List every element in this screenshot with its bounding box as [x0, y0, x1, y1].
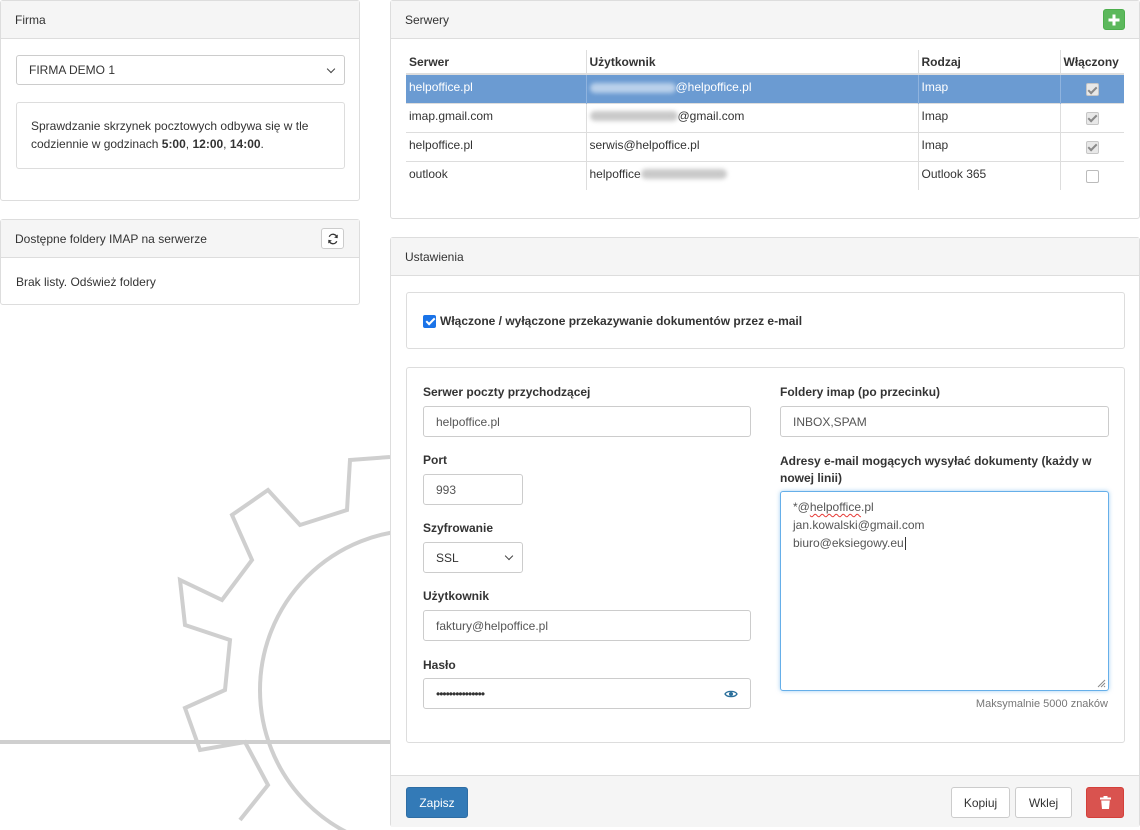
- col-server: Serwer: [406, 50, 586, 75]
- enabled-cell: [1059, 102, 1124, 132]
- user-input[interactable]: faktury@helpoffice.pl: [423, 610, 751, 641]
- user-cell: helpoffice: [585, 160, 918, 190]
- chevron-down-icon: [505, 553, 514, 562]
- delete-button[interactable]: [1086, 787, 1124, 818]
- servers-table: Serwer Użytkownik Rodzaj Włączony helpof…: [406, 50, 1124, 190]
- time-3: 14:00: [229, 137, 261, 151]
- address-line: jan.kowalski@gmail.com: [793, 518, 925, 532]
- encryption-label: Szyfrowanie: [423, 521, 494, 535]
- imap-folders-panel: Dostępne foldery IMAP na serwerze Brak l…: [0, 219, 360, 305]
- eye-icon[interactable]: [724, 689, 738, 699]
- company-select[interactable]: FIRMA DEMO 1: [16, 55, 345, 85]
- plus-icon: [1108, 14, 1120, 25]
- enabled-checkbox: [1085, 140, 1099, 154]
- col-enabled: Włączony: [1059, 50, 1124, 75]
- enabled-cell: [1059, 131, 1124, 161]
- user-cell: @helpoffice.pl: [585, 73, 918, 103]
- settings-heading: Ustawienia: [391, 238, 1139, 276]
- password-input[interactable]: •••••••••••••••: [423, 678, 751, 709]
- imap-folders-input[interactable]: INBOX,SPAM: [780, 406, 1109, 437]
- gear-background-icon: [0, 455, 420, 830]
- address-line: *@helpoffice.pl: [793, 500, 874, 514]
- imap-folders-field-label: Foldery imap (po przecinku): [780, 385, 941, 399]
- incoming-server-input[interactable]: helpoffice.pl: [423, 406, 751, 437]
- redacted-text: [589, 111, 678, 122]
- address-line: biuro@eksiegowy.eu: [793, 536, 906, 551]
- password-label: Hasło: [423, 658, 456, 672]
- enabled-cell: [1059, 160, 1124, 190]
- enabled-checkbox[interactable]: [1085, 169, 1099, 183]
- user-label: Użytkownik: [423, 589, 490, 603]
- refresh-icon: [327, 233, 338, 244]
- encryption-select[interactable]: SSL: [423, 542, 523, 573]
- col-type: Rodzaj: [917, 50, 1060, 75]
- port-input[interactable]: 993: [423, 474, 523, 505]
- save-button[interactable]: Zapisz: [406, 787, 468, 818]
- redacted-text: [640, 169, 727, 180]
- user-cell: @gmail.com: [585, 102, 918, 132]
- refresh-folders-button[interactable]: [321, 228, 344, 249]
- imap-folders-empty-text: Brak listy. Odśwież foldery: [16, 275, 156, 289]
- type-cell: Imap: [917, 102, 1060, 132]
- add-server-button[interactable]: [1103, 9, 1125, 30]
- settings-panel: Ustawienia Włączone / wyłączone przekazy…: [390, 237, 1140, 827]
- servers-title: Serwery: [405, 12, 450, 27]
- table-row[interactable]: outlook helpoffice Outlook 365: [406, 160, 1124, 190]
- trash-icon: [1099, 796, 1111, 809]
- servers-panel: Serwery Serwer Użytkownik Rodzaj Włączon…: [390, 0, 1140, 219]
- allowed-addresses-label: Adresy e-mail mogących wysyłać dokumenty…: [780, 454, 1092, 485]
- col-user: Użytkownik: [585, 50, 918, 75]
- server-cell: outlook: [406, 160, 586, 190]
- company-panel: Firma FIRMA DEMO 1 Sprawdzanie skrzynek …: [0, 0, 360, 201]
- servers-heading: Serwery: [391, 1, 1139, 39]
- port-label: Port: [423, 453, 447, 467]
- enabled-cell: [1059, 73, 1124, 103]
- type-cell: Imap: [917, 131, 1060, 161]
- imap-folders-heading: Dostępne foldery IMAP na serwerze: [1, 220, 359, 258]
- type-cell: Outlook 365: [917, 160, 1060, 190]
- server-cell: helpoffice.pl: [406, 73, 586, 103]
- chevron-down-icon: [327, 66, 336, 75]
- settings-title: Ustawienia: [405, 249, 464, 264]
- type-cell: Imap: [917, 73, 1060, 103]
- server-cell: helpoffice.pl: [406, 131, 586, 161]
- company-panel-heading: Firma: [1, 1, 359, 39]
- time-2: 12:00: [192, 137, 224, 151]
- table-row[interactable]: helpoffice.pl serwis@helpoffice.pl Imap: [406, 131, 1124, 161]
- enabled-checkbox: [1085, 111, 1099, 125]
- company-panel-title: Firma: [15, 12, 46, 27]
- text-caret: [904, 537, 906, 551]
- company-select-value: FIRMA DEMO 1: [29, 63, 116, 77]
- time-1: 5:00: [161, 137, 186, 151]
- enabled-checkbox: [1085, 83, 1099, 96]
- table-row[interactable]: imap.gmail.com @gmail.com Imap: [406, 102, 1124, 132]
- forwarding-label: Włączone / wyłączone przekazywanie dokum…: [440, 314, 803, 328]
- resize-handle-icon[interactable]: [1096, 678, 1106, 688]
- incoming-server-label: Serwer poczty przychodzącej: [423, 385, 591, 399]
- settings-footer: Zapisz Kopiuj Wklej: [391, 775, 1139, 827]
- settings-form: Serwer poczty przychodzącej helpoffice.p…: [406, 367, 1125, 743]
- table-row[interactable]: helpoffice.pl @helpoffice.pl Imap: [406, 73, 1124, 103]
- imap-folders-title: Dostępne foldery IMAP na serwerze: [15, 231, 207, 246]
- redacted-text: [589, 82, 676, 93]
- mail-check-info: Sprawdzanie skrzynek pocztowych odbywa s…: [16, 102, 345, 169]
- server-cell: imap.gmail.com: [406, 102, 586, 132]
- user-cell: serwis@helpoffice.pl: [585, 131, 918, 161]
- allowed-addresses-textarea[interactable]: *@helpoffice.pl jan.kowalski@gmail.com b…: [780, 491, 1109, 691]
- servers-table-header: Serwer Użytkownik Rodzaj Włączony: [406, 50, 1124, 75]
- paste-button[interactable]: Wklej: [1015, 787, 1072, 818]
- forwarding-checkbox[interactable]: [423, 314, 436, 328]
- forwarding-box: Włączone / wyłączone przekazywanie dokum…: [406, 292, 1125, 349]
- copy-button[interactable]: Kopiuj: [951, 787, 1010, 818]
- forwarding-toggle[interactable]: Włączone / wyłączone przekazywanie dokum…: [423, 314, 802, 328]
- max-chars-hint: Maksymalnie 5000 znaków: [975, 698, 1108, 710]
